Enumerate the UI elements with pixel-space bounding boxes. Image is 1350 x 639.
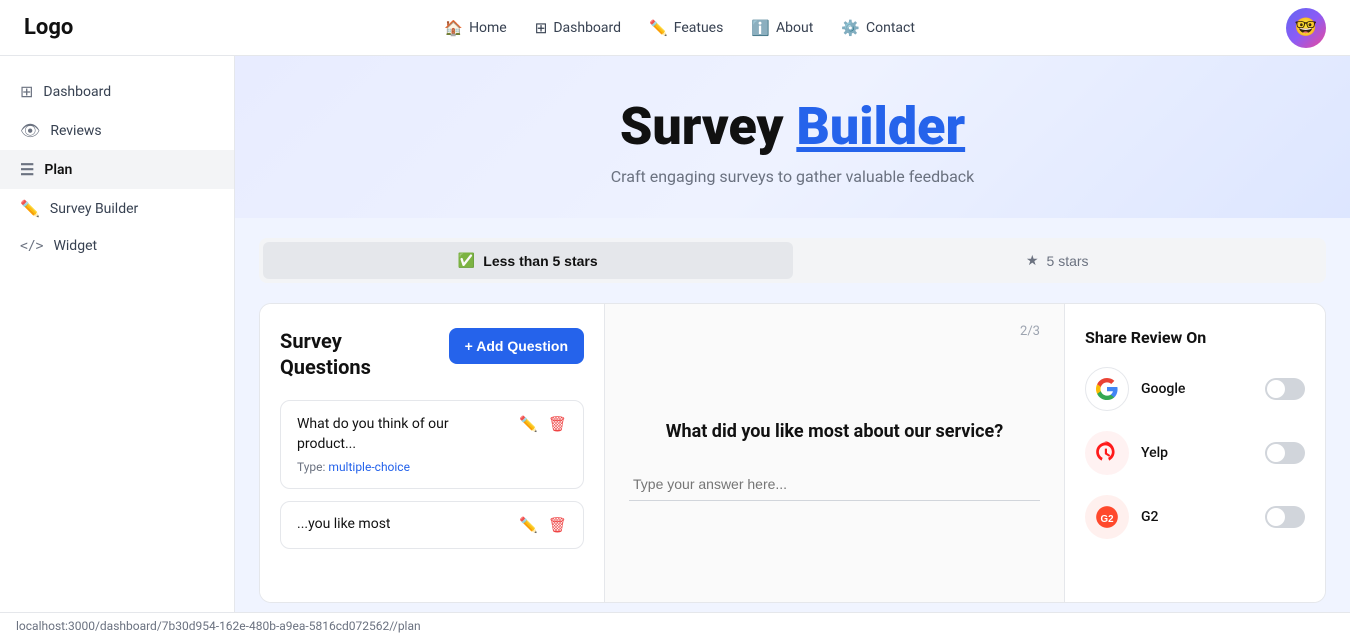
share-item-g2: G2 G2 xyxy=(1085,495,1305,539)
sidebar-item-survey-builder[interactable]: ✏️ Survey Builder xyxy=(0,189,234,228)
g2-logo: G2 xyxy=(1085,495,1129,539)
g2-toggle[interactable] xyxy=(1265,506,1305,528)
status-url: localhost:3000/dashboard/7b30d954-162e-4… xyxy=(16,619,421,633)
nav-about[interactable]: ℹ️ About xyxy=(751,19,813,37)
preview-panel: 2/3 What did you like most about our ser… xyxy=(605,304,1065,602)
google-icon xyxy=(1095,377,1119,401)
yelp-logo xyxy=(1085,431,1129,475)
hero-title-blue: Builder xyxy=(796,96,965,157)
about-icon: ℹ️ xyxy=(751,19,770,37)
type-value: multiple-choice xyxy=(328,460,410,474)
avatar[interactable]: 🤓 xyxy=(1286,8,1326,48)
builder-grid: SurveyQuestions + Add Question What do y… xyxy=(259,303,1326,603)
yelp-label: Yelp xyxy=(1141,445,1253,461)
content-area: ✅ Less than 5 stars ★ 5 stars SurveyQues… xyxy=(235,218,1350,623)
question-card-1-content: What do you think of our product... Type… xyxy=(297,415,509,474)
hero-subtitle: Craft engaging surveys to gather valuabl… xyxy=(255,167,1330,186)
contact-icon: ⚙️ xyxy=(841,19,860,37)
sidebar-item-widget-label: Widget xyxy=(53,238,97,254)
sidebar-item-reviews-label: Reviews xyxy=(50,123,101,139)
preview-counter: 2/3 xyxy=(629,324,1040,339)
nav-dashboard[interactable]: ⊞ Dashboard xyxy=(535,19,621,37)
g2-icon: G2 xyxy=(1094,504,1120,530)
tab-5-stars[interactable]: ★ 5 stars xyxy=(793,242,1323,279)
nav-contact[interactable]: ⚙️ Contact xyxy=(841,19,915,37)
main-content: Survey Builder Craft engaging surveys to… xyxy=(235,56,1350,639)
share-panel: Share Review On Google xyxy=(1065,304,1325,602)
sidebar-item-reviews[interactable]: 👁 Reviews xyxy=(0,111,234,150)
tab-5-stars-label: 5 stars xyxy=(1047,253,1089,269)
sidebar-item-dashboard[interactable]: ⊞ Dashboard xyxy=(0,72,234,111)
check-icon: ✅ xyxy=(458,252,475,269)
delete-icon-1[interactable]: 🗑 xyxy=(548,415,567,433)
question-2-actions: ✏️ 🗑 xyxy=(519,516,567,534)
delete-icon-2[interactable]: 🗑 xyxy=(548,516,567,534)
nav-dashboard-label: Dashboard xyxy=(553,20,621,36)
google-logo xyxy=(1085,367,1129,411)
sidebar-item-survey-builder-label: Survey Builder xyxy=(50,201,138,217)
google-toggle[interactable] xyxy=(1265,378,1305,400)
yelp-toggle[interactable] xyxy=(1265,442,1305,464)
widget-sidebar-icon: </> xyxy=(20,239,43,254)
questions-header: SurveyQuestions + Add Question xyxy=(280,328,584,380)
tab-switcher: ✅ Less than 5 stars ★ 5 stars xyxy=(259,238,1326,283)
sidebar-item-plan-label: Plan xyxy=(44,162,72,178)
edit-icon-2[interactable]: ✏️ xyxy=(519,516,538,534)
yelp-icon xyxy=(1094,440,1120,466)
home-icon: 🏠 xyxy=(444,19,463,37)
type-label: Type: xyxy=(297,460,325,474)
question-2-text: ...you like most xyxy=(297,516,391,532)
nav-features-label: Featues xyxy=(674,20,724,36)
status-bar: localhost:3000/dashboard/7b30d954-162e-4… xyxy=(0,612,1350,639)
star-icon: ★ xyxy=(1026,252,1039,269)
nav-features[interactable]: ✏️ Featues xyxy=(649,19,723,37)
dashboard-icon: ⊞ xyxy=(535,19,548,37)
dashboard-sidebar-icon: ⊞ xyxy=(20,82,33,101)
edit-icon-1[interactable]: ✏️ xyxy=(519,415,538,433)
sidebar-item-widget[interactable]: </> Widget xyxy=(0,228,234,264)
share-title: Share Review On xyxy=(1085,328,1305,347)
share-item-yelp: Yelp xyxy=(1085,431,1305,475)
add-question-button[interactable]: + Add Question xyxy=(449,328,584,364)
tab-less-than-5-label: Less than 5 stars xyxy=(483,253,597,269)
features-icon: ✏️ xyxy=(649,19,668,37)
plan-sidebar-icon: ☰ xyxy=(20,160,34,179)
question-1-text: What do you think of our product... xyxy=(297,415,509,454)
reviews-sidebar-icon: 👁 xyxy=(20,121,40,140)
hero-title-plain: Survey xyxy=(620,96,784,157)
preview-answer-input[interactable] xyxy=(629,468,1040,501)
google-label: Google xyxy=(1141,381,1253,397)
questions-panel: SurveyQuestions + Add Question What do y… xyxy=(260,304,605,602)
svg-text:G2: G2 xyxy=(1100,514,1114,525)
logo: Logo xyxy=(24,15,73,40)
nav-home-label: Home xyxy=(469,20,507,36)
hero-section: Survey Builder Craft engaging surveys to… xyxy=(235,56,1350,218)
sidebar: ⊞ Dashboard 👁 Reviews ☰ Plan ✏️ Survey B… xyxy=(0,56,235,639)
nav-home[interactable]: 🏠 Home xyxy=(444,19,506,37)
questions-title: SurveyQuestions xyxy=(280,328,371,380)
nav-links: 🏠 Home ⊞ Dashboard ✏️ Featues ℹ️ About ⚙… xyxy=(444,19,915,37)
tab-less-than-5-stars[interactable]: ✅ Less than 5 stars xyxy=(263,242,793,279)
question-1-type: Type: multiple-choice xyxy=(297,460,509,474)
sidebar-item-plan[interactable]: ☰ Plan xyxy=(0,150,234,189)
sidebar-item-dashboard-label: Dashboard xyxy=(43,84,111,100)
hero-title: Survey Builder xyxy=(255,96,1330,157)
share-item-google: Google xyxy=(1085,367,1305,411)
survey-builder-sidebar-icon: ✏️ xyxy=(20,199,40,218)
nav-contact-label: Contact xyxy=(866,20,915,36)
preview-question: What did you like most about our service… xyxy=(629,419,1040,444)
nav-about-label: About xyxy=(776,20,813,36)
question-1-actions: ✏️ 🗑 xyxy=(519,415,567,433)
g2-label: G2 xyxy=(1141,509,1253,525)
question-card-2: ...you like most ✏️ 🗑 xyxy=(280,501,584,549)
question-card-1: What do you think of our product... Type… xyxy=(280,400,584,489)
